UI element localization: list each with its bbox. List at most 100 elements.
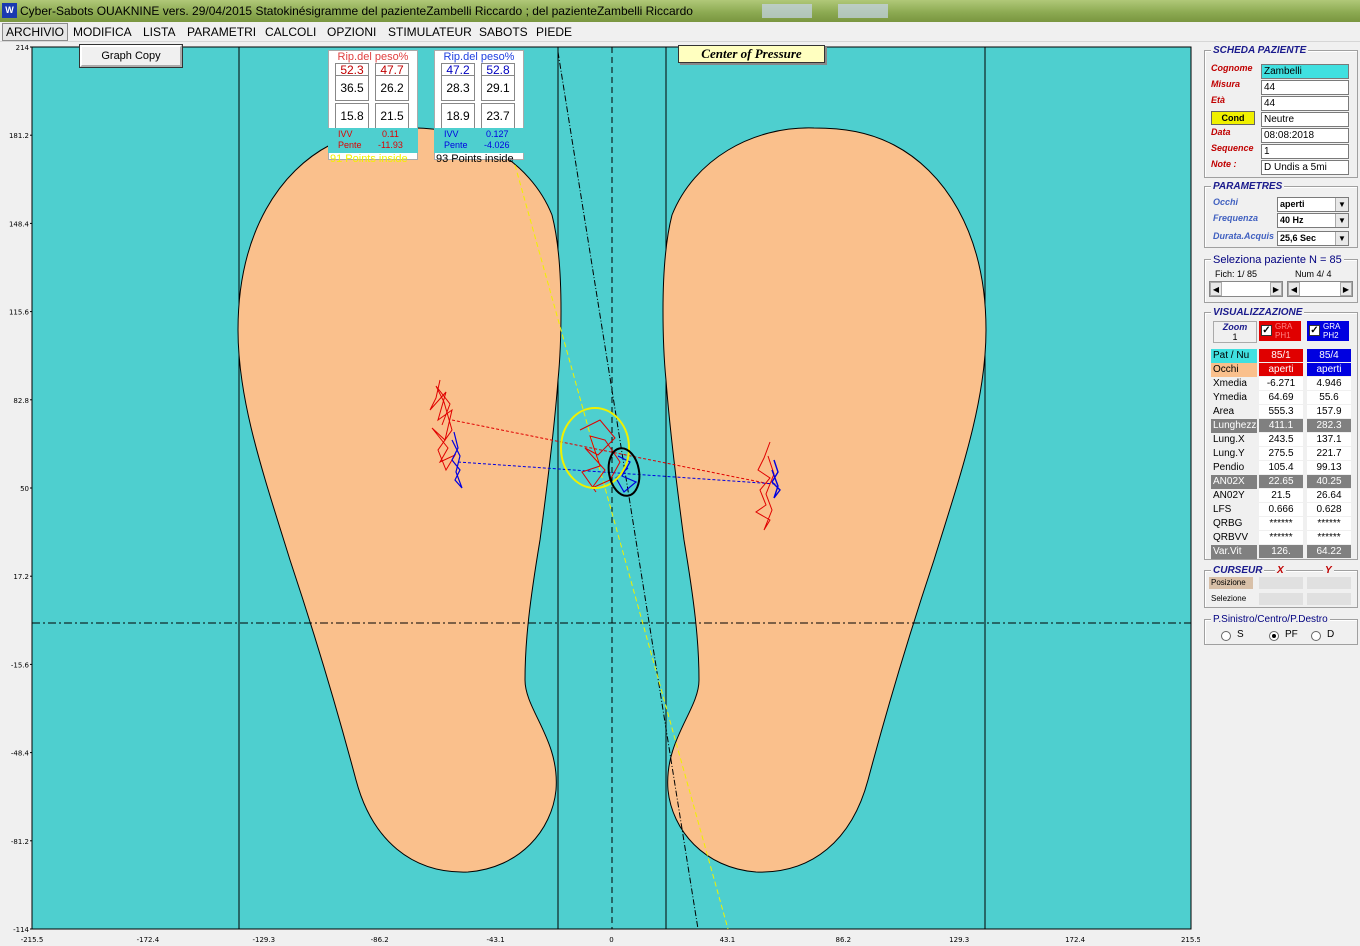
stat-value-graph1: 85/1	[1259, 349, 1303, 362]
stat-value-graph1: 243.5	[1259, 433, 1303, 446]
num-scrollbar[interactable]: ◀ ▶	[1287, 281, 1353, 297]
menu-sabots[interactable]: SABOTS	[479, 24, 528, 40]
stat-value-graph1: 275.5	[1259, 447, 1303, 460]
x-tick-label: -215.5	[21, 936, 44, 944]
y-tick-label: 181.2	[9, 132, 29, 140]
menu-parametri[interactable]: PARAMETRI	[187, 24, 256, 40]
radio-d[interactable]	[1311, 631, 1321, 641]
frequenza-select[interactable]: 40 Hz ▼	[1277, 213, 1349, 228]
stat-value-graph1: ******	[1259, 531, 1303, 544]
weight-cell: 28.3	[441, 75, 475, 101]
radio-pf[interactable]	[1269, 631, 1279, 641]
stat-label: Lung.Y	[1213, 448, 1245, 459]
cond-field[interactable]: Neutre	[1261, 112, 1349, 127]
graph1-toggle[interactable]: ✓ GRA PH1	[1259, 321, 1301, 341]
visualizzazione-group: VISUALIZZAZIONE Zoom 1 ✓ GRA PH1 ✓ GRA P…	[1204, 307, 1358, 560]
stat-label: QRBG	[1213, 518, 1243, 529]
piede-group: P.Sinistro/Centro/P.Destro S PF D	[1204, 614, 1358, 645]
stat-value-graph1: 126.	[1259, 545, 1303, 558]
cop-plot[interactable]: 214 181.2 148.4 115.6 82.8 50 17.2 -15.6 -48.4 -8…	[0, 42, 1200, 946]
menu-lista[interactable]: LISTA	[143, 24, 175, 40]
misura-field[interactable]: 44	[1261, 80, 1349, 95]
stat-value-graph2: 85/4	[1307, 349, 1351, 362]
fich-scrollbar[interactable]: ◀ ▶	[1209, 281, 1283, 297]
note-field[interactable]: D Undis a 5mi	[1261, 160, 1349, 175]
stat-value-graph1: 64.69	[1259, 391, 1303, 404]
x-tick-label: -129.3	[253, 936, 276, 944]
zoom-box[interactable]: Zoom 1	[1213, 321, 1257, 343]
stat-label: Pat / Nu	[1211, 349, 1257, 363]
radio-s[interactable]	[1221, 631, 1231, 641]
x-tick-label: 172.4	[1065, 936, 1086, 944]
stat-value-graph1: ******	[1259, 517, 1303, 530]
sequence-field[interactable]: 1	[1261, 144, 1349, 159]
stat-value-graph2: 137.1	[1307, 433, 1351, 446]
arrow-right-icon[interactable]: ▶	[1270, 282, 1282, 296]
stat-value-graph1: 21.5	[1259, 489, 1303, 502]
graph2-toggle[interactable]: ✓ GRA PH2	[1307, 321, 1349, 341]
weight-cell: 18.9	[441, 103, 475, 129]
weight-header: Rip.del peso%	[443, 51, 515, 63]
y-tick-label: -114	[13, 926, 29, 934]
selezione-x	[1259, 593, 1303, 605]
graph-copy-button[interactable]: Graph Copy	[79, 44, 183, 68]
group-title: SCHEDA PAZIENTE	[1211, 45, 1309, 56]
checkbox-graph1[interactable]: ✓	[1261, 325, 1272, 336]
menu-stimulateur[interactable]: STIMULATEUR	[388, 24, 472, 40]
stat-label: AN02X	[1211, 475, 1257, 489]
stat-value-graph2: 26.64	[1307, 489, 1351, 502]
plot-title: Center of Pressure	[678, 45, 825, 63]
stat-value-graph1: 22.65	[1259, 475, 1303, 488]
blue-stats: IVV 0.127 Pente -4.026	[434, 128, 524, 153]
menu-piede[interactable]: PIEDE	[536, 24, 572, 40]
stat-label: Lung.X	[1213, 434, 1245, 445]
stat-value-graph2: aperti	[1307, 363, 1351, 376]
data-field[interactable]: 08:08:2018	[1261, 128, 1349, 143]
curseur-group: CURSEUR X Y Posizione Selezione	[1204, 565, 1358, 608]
arrow-right-icon[interactable]: ▶	[1340, 282, 1352, 296]
arrow-left-icon[interactable]: ◀	[1210, 282, 1222, 296]
stat-value-graph1: 105.4	[1259, 461, 1303, 474]
weight-cell: 15.8	[335, 103, 369, 129]
chevron-down-icon[interactable]: ▼	[1335, 232, 1348, 245]
menu-archivio[interactable]: ARCHIVIO	[2, 23, 69, 41]
x-tick-label: 129.3	[949, 936, 969, 944]
stat-value-graph2: ******	[1307, 517, 1351, 530]
cognome-field[interactable]: Zambelli	[1261, 64, 1349, 79]
cond-button[interactable]: Cond	[1211, 111, 1255, 125]
checkbox-graph2[interactable]: ✓	[1309, 325, 1320, 336]
menu-calcoli[interactable]: CALCOLI	[265, 24, 316, 40]
selezione-y	[1307, 593, 1351, 605]
y-tick-label: -15.6	[11, 661, 30, 669]
weight-cell: 29.1	[481, 75, 515, 101]
stat-label: Ymedia	[1213, 392, 1247, 403]
stat-label: Var.Vit	[1211, 545, 1257, 559]
y-tick-label: -81.2	[11, 838, 29, 846]
chevron-down-icon[interactable]: ▼	[1335, 198, 1348, 211]
stat-label: LFS	[1213, 504, 1232, 515]
menu-modifica[interactable]: MODIFICA	[73, 24, 132, 40]
stat-value-graph2: 221.7	[1307, 447, 1351, 460]
durata-select[interactable]: 25,6 Sec ▼	[1277, 231, 1349, 246]
weight-cell: 36.5	[335, 75, 369, 101]
y-tick-label: -48.4	[11, 750, 30, 758]
occhi-select[interactable]: aperti ▼	[1277, 197, 1349, 212]
stat-value-graph1: 411.1	[1259, 419, 1303, 432]
y-tick-label: 115.6	[9, 309, 30, 317]
menu-opzioni[interactable]: OPZIONI	[327, 24, 376, 40]
title-decoration	[762, 4, 812, 18]
stat-label: AN02Y	[1213, 490, 1245, 501]
stat-value-graph2: 0.628	[1307, 503, 1351, 516]
stat-value-graph2: 4.946	[1307, 377, 1351, 390]
stat-value-graph2: 64.22	[1307, 545, 1351, 558]
chevron-down-icon[interactable]: ▼	[1335, 214, 1348, 227]
posizione-x	[1259, 577, 1303, 589]
window-title: Cyber-Sabots OUAKNINE vers. 29/04/2015 S…	[20, 4, 693, 18]
stat-value-graph2: 99.13	[1307, 461, 1351, 474]
eta-field[interactable]: 44	[1261, 96, 1349, 111]
stat-value-graph2: 55.6	[1307, 391, 1351, 404]
seleziona-group: Seleziona paziente N = 85 Fich: 1/ 85 Nu…	[1204, 254, 1358, 303]
y-tick-label: 50	[20, 485, 29, 493]
arrow-left-icon[interactable]: ◀	[1288, 282, 1300, 296]
scheda-paziente-group: SCHEDA PAZIENTE Cognome Zambelli Misura …	[1204, 45, 1358, 178]
